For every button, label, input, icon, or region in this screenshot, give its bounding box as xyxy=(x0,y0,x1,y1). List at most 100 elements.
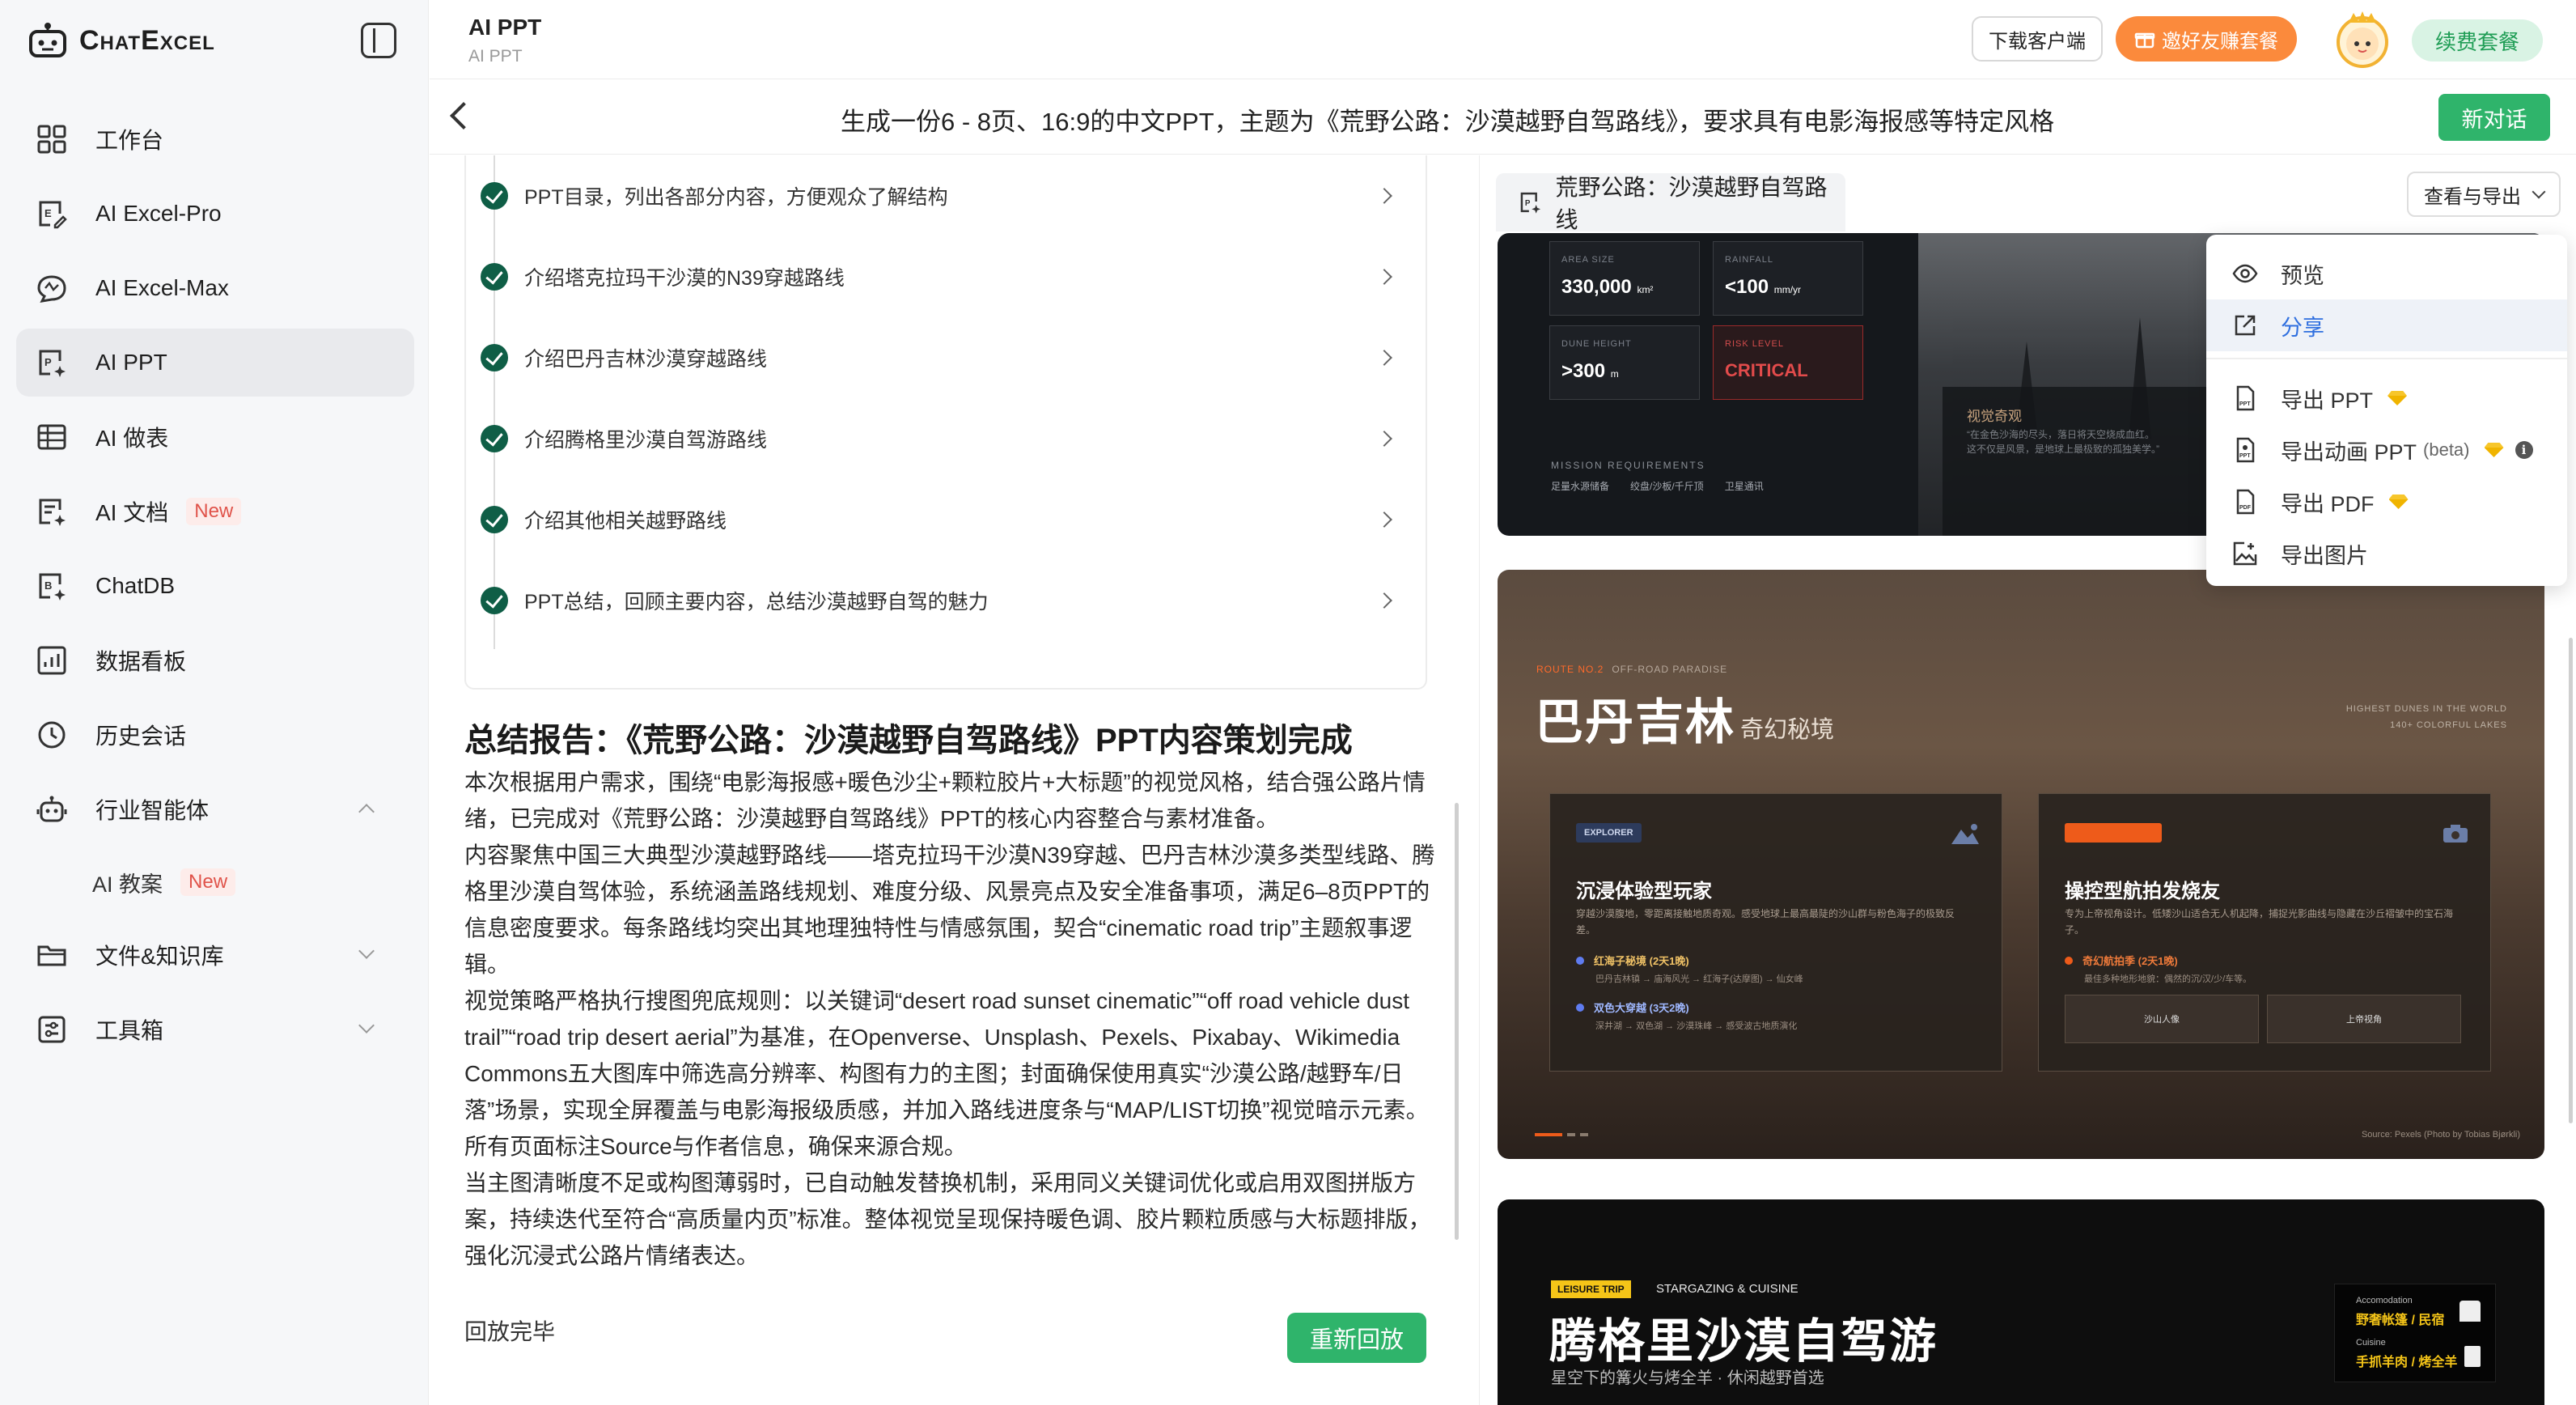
menu-item-export-pdf[interactable]: PDF 导出 PDF xyxy=(2206,476,2567,528)
view-export-button[interactable]: 查看与导出 xyxy=(2407,172,2561,217)
progress-bar xyxy=(1535,1133,1562,1136)
chevron-right-icon xyxy=(1376,431,1392,447)
svg-text:B: B xyxy=(44,579,52,592)
preview-tab-title: 荒野公路：沙漠越野自驾路线 xyxy=(1555,175,1828,232)
outline-step[interactable]: 介绍其他相关越野路线 xyxy=(466,479,1429,560)
sidebar-item-label: 行业智能体 xyxy=(95,798,210,823)
new-chat-button[interactable]: 新对话 xyxy=(2438,94,2550,141)
robot-logo-icon xyxy=(28,22,68,59)
slide-thumbnail-2[interactable]: ROUTE NO.2 OFF-ROAD PARADISE 巴丹吉林 奇幻秘境 HI… xyxy=(1498,570,2544,1159)
box-title: 视觉奇观 xyxy=(1967,409,2022,424)
chevron-down-icon xyxy=(2532,185,2546,199)
sidebar-item-toolbox[interactable]: 工具箱 xyxy=(16,995,414,1063)
mission-items: 足量水源储备 绞盘/沙板/千斤顶 卫星通讯 xyxy=(1551,479,1764,493)
sidebar-item-ai-ppt[interactable]: P AI PPT xyxy=(16,329,414,397)
sidebar-item-label: AI Excel-Max xyxy=(95,275,229,300)
route-tag-sub: OFF-ROAD PARADISE xyxy=(1612,664,1728,675)
svg-text:PPT: PPT xyxy=(2239,401,2251,407)
chevron-right-icon xyxy=(1376,350,1392,366)
sidebar-item-ai-table[interactable]: AI 做表 xyxy=(16,403,414,471)
sidebar-item-excel-max[interactable]: AI Excel-Max xyxy=(16,254,414,322)
sidebar-item-label: 文件&知识库 xyxy=(95,944,224,969)
sidebar-collapse-icon[interactable] xyxy=(361,23,396,58)
sidebar-subitem-ai-lesson[interactable]: AI 教案 New xyxy=(16,850,414,915)
chevron-down-icon xyxy=(358,943,375,959)
menu-item-share[interactable]: 分享 xyxy=(2206,299,2567,351)
info-icon[interactable]: i xyxy=(2515,441,2533,459)
stat-number: 330,000 xyxy=(1561,276,1632,298)
route-desc: 深井湖 → 双色湖 → 沙漠珠峰 → 感受波古地质演化 xyxy=(1595,1021,1798,1031)
menu-divider xyxy=(2206,358,2567,359)
chevron-up-icon xyxy=(358,804,375,820)
slide-thumbnail-3[interactable]: LEISURE TRIP STARGAZING & CUISINE 腾格里沙漠自… xyxy=(1498,1199,2544,1405)
slide-title-sub: 奇幻秘境 xyxy=(1740,717,1835,743)
stat-value: 330,000 km² xyxy=(1561,276,1653,299)
svg-text:P: P xyxy=(1525,199,1531,208)
sidebar-item-excel-pro[interactable]: E AI Excel-Pro xyxy=(16,180,414,248)
new-badge: New xyxy=(180,868,236,896)
sidebar-item-industry-agent[interactable]: 行业智能体 xyxy=(16,775,414,843)
menu-item-export-image[interactable]: 导出图片 xyxy=(2206,528,2567,579)
folder-icon xyxy=(36,939,68,971)
menu-item-export-ppt[interactable]: PPT 导出 PPT xyxy=(2206,372,2567,424)
step-text: 介绍巴丹吉林沙漠穿越路线 xyxy=(524,348,768,371)
highlight-line: HIGHEST DUNES IN THE WORLD xyxy=(2345,704,2507,714)
route-name: 双色大穿越 (3天2晚) xyxy=(1594,1002,1689,1014)
sidebar-item-ai-doc[interactable]: AI 文档 New xyxy=(16,478,414,545)
toolbox-icon xyxy=(36,1013,68,1046)
sidebar-item-label: 工作台 xyxy=(95,128,164,153)
sidebar-item-workbench[interactable]: 工作台 xyxy=(16,105,414,173)
stat-card: RAINFALL <100 mm/yr xyxy=(1713,241,1863,316)
replay-button[interactable]: 重新回放 xyxy=(1287,1313,1426,1363)
menu-item-preview[interactable]: 预览 xyxy=(2206,248,2567,299)
renew-plan-button[interactable]: 续费套餐 xyxy=(2412,19,2543,62)
sidebar-item-history[interactable]: 历史会话 xyxy=(16,701,414,769)
outline-step[interactable]: 介绍巴丹吉林沙漠穿越路线 xyxy=(466,317,1429,398)
menu-item-export-anim-ppt[interactable]: PPT 导出动画 PPT (beta) i xyxy=(2206,424,2567,476)
outline-step[interactable]: PPT总结，回顾主要内容，总结沙漠越野自驾的魅力 xyxy=(466,560,1429,641)
menu-label: 导出图片 xyxy=(2281,543,2368,568)
download-client-button[interactable]: 下载客户端 xyxy=(1972,16,2103,62)
excel-chat-icon xyxy=(36,272,68,304)
svg-text:P: P xyxy=(44,356,52,368)
outline-step[interactable]: 介绍腾格里沙漠自驾游路线 xyxy=(466,398,1429,479)
outline-step[interactable]: PPT目录，列出各部分内容，方便观众了解结构 xyxy=(466,155,1429,236)
route-item: 红海子秘境 (2天1晚) xyxy=(1576,953,1689,968)
logo[interactable]: ChatExcel xyxy=(28,19,215,62)
stat-card: AREA SIZE 330,000 km² xyxy=(1549,241,1700,316)
step-text: PPT目录，列出各部分内容，方便观众了解结构 xyxy=(524,186,948,209)
preview-scrollbar[interactable] xyxy=(2569,638,2573,1123)
back-arrow-icon[interactable] xyxy=(450,102,477,129)
robot-icon xyxy=(36,793,68,826)
report-paragraph: 视觉策略严格执行搜图兜底规则：以关键词“desert road sunset c… xyxy=(464,988,1429,1159)
sidebar-item-files[interactable]: 文件&知识库 xyxy=(16,921,414,989)
invite-friends-button[interactable]: 邀好友赚套餐 xyxy=(2116,16,2297,62)
svg-text:PPT: PPT xyxy=(2239,453,2251,459)
route-item: 奇幻航拍季 (2天1晚) xyxy=(2065,953,2178,968)
stat-unit: mm/yr xyxy=(1773,284,1802,295)
chat-scrollbar[interactable] xyxy=(1455,803,1459,1240)
camera-icon xyxy=(2443,825,2468,843)
premium-diamond-icon xyxy=(2387,391,2407,405)
preview-tab[interactable]: P 荒野公路：沙漠越野自驾路线 xyxy=(1496,173,1845,232)
outline-step[interactable]: 介绍塔克拉玛干沙漠的N39穿越路线 xyxy=(466,236,1429,317)
beta-label: (beta) xyxy=(2423,439,2470,460)
check-icon xyxy=(481,587,508,614)
avatar[interactable] xyxy=(2334,8,2391,68)
dashboard-grid-icon xyxy=(36,123,68,155)
mission-item: 绞盘/沙板/千斤顶 xyxy=(1630,481,1704,492)
menu-label: 预览 xyxy=(2281,263,2324,288)
svg-text:E: E xyxy=(44,207,52,219)
stat-number: >300 xyxy=(1561,360,1606,382)
sidebar-item-dashboard[interactable]: 数据看板 xyxy=(16,626,414,694)
premium-diamond-icon xyxy=(2485,443,2504,457)
stat-value: CRITICAL xyxy=(1725,360,1808,380)
chart-board-icon xyxy=(36,644,68,677)
card-desc: 专为上帝视角设计。低矮沙山适合无人机起降，捕捉光影曲线与隐藏在沙丘褶皱中的宝石海… xyxy=(2065,908,2454,936)
export-dropdown-menu: 预览 分享 PPT 导出 PPT PPT 导出动画 PPT (beta) i P… xyxy=(2206,235,2567,586)
step-text: 介绍塔克拉玛干沙漠的N39穿越路线 xyxy=(524,267,845,290)
database-icon: B xyxy=(36,570,68,602)
stat-label: RAINFALL xyxy=(1725,255,1773,265)
top-header: AI PPT AI PPT 下载客户端 邀好友赚套餐 续费套餐 xyxy=(430,0,2576,79)
sidebar-item-chatdb[interactable]: B ChatDB xyxy=(16,552,414,620)
